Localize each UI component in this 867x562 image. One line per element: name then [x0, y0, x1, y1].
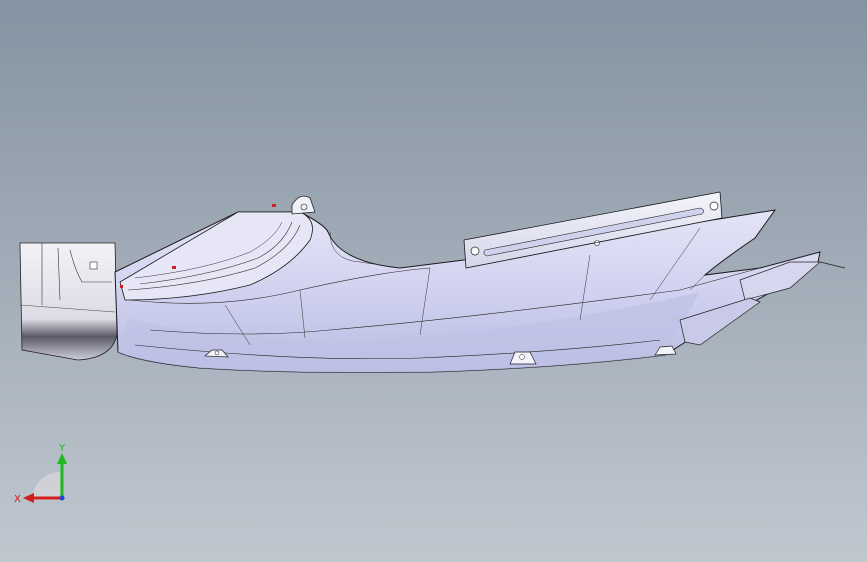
triad-plane-icon	[32, 472, 60, 500]
y-axis-label: Y	[58, 443, 66, 454]
y-axis-arrowhead-icon	[57, 453, 67, 464]
x-axis-arrowhead-icon	[23, 493, 34, 503]
graphics-viewport[interactable]: Y X	[0, 0, 867, 562]
3d-part-model[interactable]	[0, 0, 867, 562]
z-axis-icon	[59, 495, 65, 501]
x-axis-label: X	[14, 494, 21, 505]
left-end-housing	[19, 242, 118, 361]
coordinate-triad: Y X	[14, 443, 67, 505]
